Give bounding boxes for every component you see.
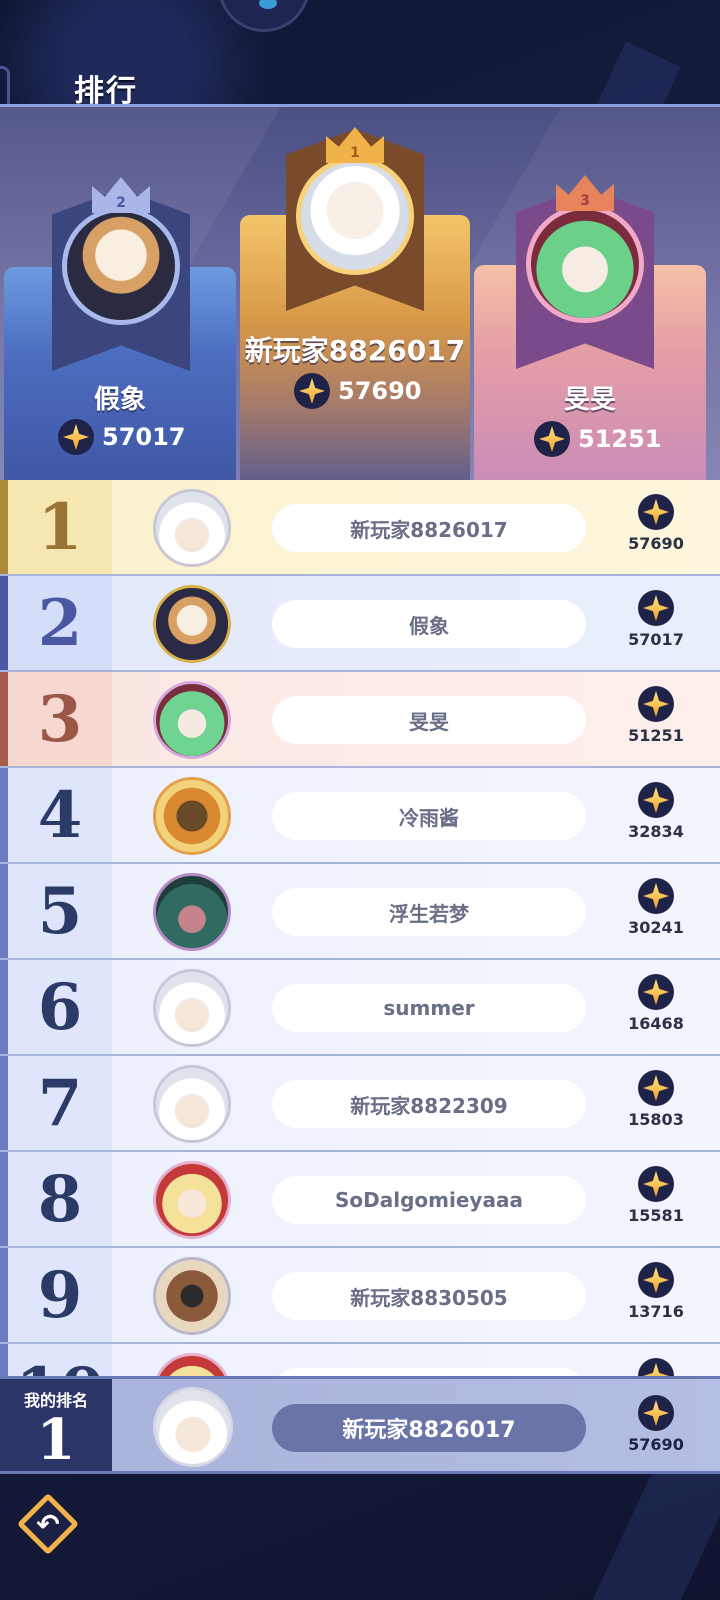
player-score: 16468 (612, 974, 700, 1033)
avatar[interactable] (153, 873, 231, 951)
star-coin-icon (638, 494, 674, 530)
podium-name: 新玩家8826017 (244, 334, 466, 367)
my-score: 57690 (612, 1395, 700, 1454)
avatar[interactable] (153, 1257, 231, 1335)
rank-number: 1 (37, 490, 83, 565)
player-score: 13716 (612, 1262, 700, 1321)
list-item[interactable]: 6 summer 16468 (0, 960, 720, 1056)
star-coin-icon (638, 686, 674, 722)
star-coin-icon (638, 974, 674, 1010)
score-value: 57690 (628, 534, 684, 553)
player-score: 30241 (612, 878, 700, 937)
list-item[interactable]: 5 浮生若梦 30241 (0, 864, 720, 960)
player-name: 新玩家8830505 (272, 1272, 586, 1320)
my-name: 新玩家8826017 (272, 1404, 586, 1452)
avatar[interactable] (153, 1161, 231, 1239)
star-coin-icon (534, 421, 570, 457)
podium-score: 57690 (294, 373, 422, 409)
player-name: 新玩家8822309 (272, 1080, 586, 1128)
list-item[interactable]: 9 新玩家8830505 13716 (0, 1248, 720, 1344)
score-value: 15581 (628, 1206, 684, 1225)
player-score: 51251 (612, 686, 700, 745)
rank-number: 5 (37, 874, 83, 949)
back-button[interactable]: ↶ (16, 1492, 80, 1556)
avatar[interactable] (153, 585, 231, 663)
rank-number: 8 (37, 1162, 83, 1237)
list-item[interactable]: 8 SoDalgomieyaaa 15581 (0, 1152, 720, 1248)
player-name: SoDalgomieyaaa (272, 1176, 586, 1224)
rank-number: 6 (37, 970, 83, 1045)
my-score-value: 57690 (628, 1435, 684, 1454)
podium-score: 51251 (534, 421, 662, 457)
list-item[interactable]: 7 新玩家8822309 15803 (0, 1056, 720, 1152)
avatar[interactable] (153, 681, 231, 759)
rank-number: 9 (37, 1258, 83, 1333)
avatar[interactable] (153, 969, 231, 1047)
star-coin-icon (638, 1262, 674, 1298)
score-value: 13716 (628, 1302, 684, 1321)
score-value: 30241 (628, 918, 684, 937)
avatar[interactable] (62, 207, 180, 325)
avatar[interactable] (153, 1065, 231, 1143)
player-name: 新玩家8826017 (272, 504, 586, 552)
score-value: 32834 (628, 822, 684, 841)
podium: 2 假象 57017 3 旻旻 51251 1 新玩家8826017 57690 (0, 104, 720, 480)
list-item[interactable]: 1 新玩家8826017 57690 (0, 480, 720, 576)
podium-place: 2 (116, 195, 126, 211)
my-rank-bar[interactable]: 我的排名 1 新玩家8826017 57690 (0, 1376, 720, 1474)
avatar[interactable] (153, 489, 231, 567)
podium-score-value: 57690 (338, 377, 422, 405)
avatar[interactable] (153, 1387, 233, 1467)
star-coin-icon (638, 878, 674, 914)
player-score: 32834 (612, 782, 700, 841)
star-coin-icon (638, 590, 674, 626)
avatar[interactable] (153, 777, 231, 855)
avatar[interactable] (526, 205, 644, 323)
my-rank-number: 1 (36, 1407, 76, 1473)
list-item[interactable]: 2 假象 57017 (0, 576, 720, 672)
rank-number: 3 (37, 682, 83, 757)
rank-number: 2 (37, 586, 83, 661)
podium-name: 旻旻 (563, 385, 616, 415)
score-value: 15803 (628, 1110, 684, 1129)
score-value: 51251 (628, 726, 684, 745)
podium-score-value: 51251 (578, 425, 662, 453)
star-coin-icon (294, 373, 330, 409)
player-name: 浮生若梦 (272, 888, 586, 936)
star-coin-icon (638, 1395, 674, 1431)
podium-place: 3 (580, 193, 590, 209)
player-name: summer (272, 984, 586, 1032)
podium-score: 57017 (58, 419, 186, 455)
star-coin-icon (638, 1166, 674, 1202)
list-item[interactable]: 3 旻旻 51251 (0, 672, 720, 768)
star-coin-icon (638, 782, 674, 818)
player-score: 57690 (612, 494, 700, 553)
player-name: 冷雨酱 (272, 792, 586, 840)
podium-place: 1 (350, 145, 360, 161)
player-score: 15803 (612, 1070, 700, 1129)
player-score: 57017 (612, 590, 700, 649)
star-coin-icon (58, 419, 94, 455)
star-coin-icon (638, 1070, 674, 1106)
score-value: 57017 (628, 630, 684, 649)
rank-number: 7 (37, 1066, 83, 1141)
podium-name: 假象 (93, 385, 146, 415)
player-name: 假象 (272, 600, 586, 648)
score-value: 16468 (628, 1014, 684, 1033)
avatar[interactable] (296, 157, 414, 275)
player-name: 旻旻 (272, 696, 586, 744)
list-item[interactable]: 4 冷雨酱 32834 (0, 768, 720, 864)
podium-score-value: 57017 (102, 423, 186, 451)
rank-number: 4 (37, 778, 83, 853)
ranking-list[interactable]: 1 新玩家8826017 57690 2 假象 57017 3 旻旻 51251… (0, 480, 720, 1404)
player-score: 15581 (612, 1166, 700, 1225)
